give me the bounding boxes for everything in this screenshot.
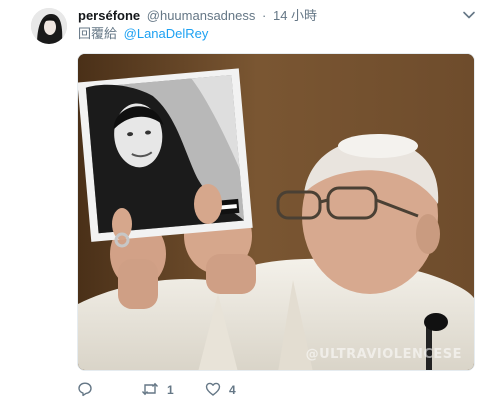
reply-context: 回覆給 @LanaDelRey — [78, 25, 208, 43]
retweet-count: 1 — [167, 383, 174, 397]
media-watermark: @ULTRAVIOLENCESE — [305, 347, 462, 362]
display-name[interactable]: perséfone — [78, 8, 140, 23]
reply-prefix: 回覆給 — [78, 26, 118, 41]
retweet-icon — [141, 381, 159, 400]
heart-icon — [205, 381, 221, 400]
user-handle[interactable]: @huumansadness — [147, 8, 256, 23]
tweet-card: perséfone @huumansadness · 14 小時 回覆給 @La… — [0, 0, 500, 403]
comment-icon — [77, 381, 93, 400]
avatar[interactable] — [31, 8, 67, 44]
timestamp[interactable]: 14 小時 — [273, 8, 317, 23]
tweet-header: perséfone @huumansadness · 14 小時 — [78, 7, 317, 25]
tweet-media-photo[interactable]: @ULTRAVIOLENCESE — [77, 53, 475, 371]
reply-button[interactable] — [77, 380, 93, 400]
tweet-actions: 1 4 — [77, 380, 477, 400]
like-button[interactable]: 4 — [205, 380, 236, 400]
separator-dot: · — [262, 8, 267, 23]
like-count: 4 — [229, 383, 236, 397]
retweet-button[interactable]: 1 — [141, 380, 174, 400]
reply-mention-link[interactable]: @LanaDelRey — [124, 26, 209, 41]
chevron-down-icon[interactable] — [462, 8, 476, 22]
